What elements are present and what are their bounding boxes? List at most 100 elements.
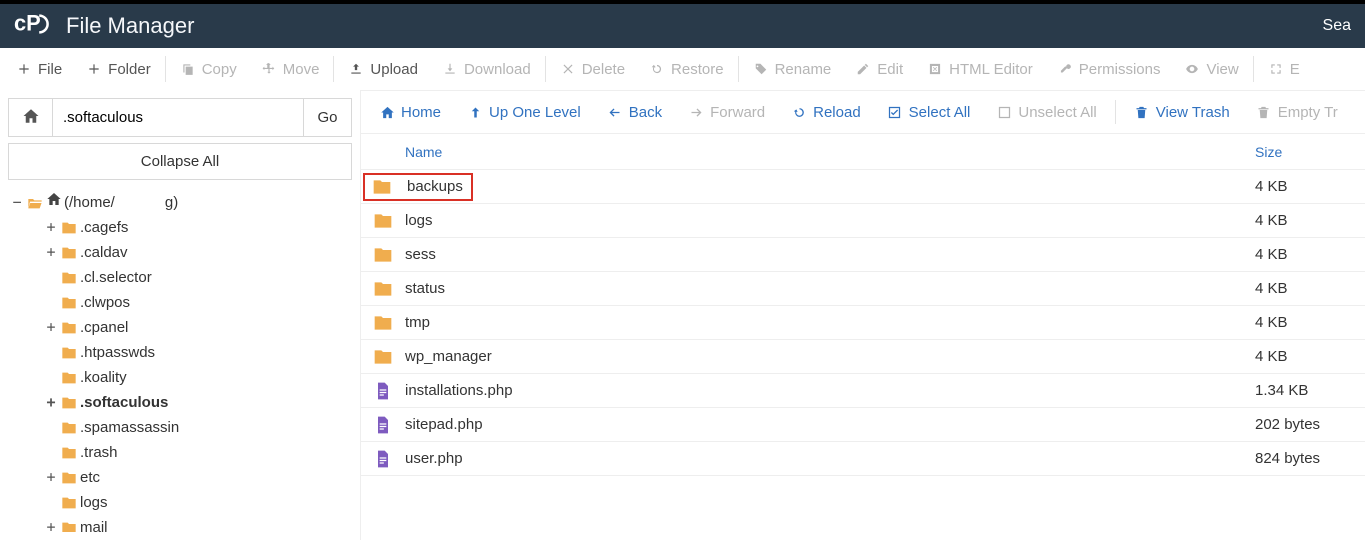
table-row[interactable]: installations.php1.34 KB xyxy=(361,374,1365,408)
highlighted-item: backups xyxy=(363,173,473,201)
plus-toggle-icon[interactable]: + xyxy=(44,465,58,490)
table-row[interactable]: sess4 KB xyxy=(361,238,1365,272)
search-label[interactable]: Sea xyxy=(1323,17,1351,35)
checkbox-icon xyxy=(887,105,903,120)
folder-open-icon xyxy=(26,195,44,211)
tree-item[interactable]: .clwpos xyxy=(10,290,352,315)
new-folder-button[interactable]: Folder xyxy=(74,48,163,90)
tree-item-label: .koality xyxy=(80,365,127,390)
tree-item[interactable]: +.caldav xyxy=(10,240,352,265)
rename-button[interactable]: Rename xyxy=(741,48,844,90)
trash-icon xyxy=(1134,105,1150,120)
tree-item[interactable]: + .cpanel xyxy=(10,315,352,340)
file-size: 202 bytes xyxy=(1255,416,1365,433)
home-icon xyxy=(46,190,62,215)
tree-item[interactable]: .koality xyxy=(10,365,352,390)
folder-icon xyxy=(60,520,78,532)
tree-item-label: .trash xyxy=(80,440,118,465)
folder-icon xyxy=(60,470,78,486)
move-button[interactable]: Move xyxy=(249,48,332,90)
tree-item[interactable]: + etc xyxy=(10,465,352,490)
tree-item-label: etc xyxy=(80,465,100,490)
select-all-button[interactable]: Select All xyxy=(875,92,983,132)
view-trash-button[interactable]: View Trash xyxy=(1122,92,1242,132)
file-name: wp_manager xyxy=(405,348,1255,365)
extract-button[interactable]: E xyxy=(1256,48,1312,90)
tree-item[interactable]: +.softaculous xyxy=(10,390,352,415)
file-name: sitepad.php xyxy=(405,416,1255,433)
copy-icon xyxy=(180,62,196,76)
file-icon xyxy=(361,381,405,401)
table-header: Name Size xyxy=(361,134,1365,170)
tree-item[interactable]: .spamassassin xyxy=(10,415,352,440)
folder-icon xyxy=(60,370,78,386)
table-row[interactable]: backups4 KB xyxy=(361,170,1365,204)
tree-item-label: .clwpos xyxy=(80,290,130,315)
plus-toggle-icon[interactable]: + xyxy=(44,240,58,265)
tree-item[interactable]: + mail xyxy=(10,515,352,532)
plus-toggle-icon[interactable]: + xyxy=(44,515,58,532)
plus-toggle-icon[interactable]: + xyxy=(44,215,58,240)
path-input[interactable] xyxy=(53,99,303,136)
empty-trash-button[interactable]: Empty Tr xyxy=(1244,92,1350,132)
tag-icon xyxy=(753,62,769,76)
trash-icon xyxy=(1256,105,1272,120)
forward-button[interactable]: Forward xyxy=(676,92,777,132)
box-icon xyxy=(996,105,1012,120)
reload-icon xyxy=(791,105,807,120)
upload-icon xyxy=(348,62,364,76)
back-button[interactable]: Back xyxy=(595,92,674,132)
tree-item-label: mail xyxy=(80,515,108,532)
table-row[interactable]: wp_manager4 KB xyxy=(361,340,1365,374)
tree-item[interactable]: .trash xyxy=(10,440,352,465)
html-editor-button[interactable]: HTML Editor xyxy=(915,48,1045,90)
reload-button[interactable]: Reload xyxy=(779,92,873,132)
tree-root[interactable]: − (/home/ g) xyxy=(10,190,352,215)
file-listing: Home Up One Level Back Forward Reload Se… xyxy=(360,90,1365,540)
download-button[interactable]: Download xyxy=(430,48,543,90)
tree-item-label: .cl.selector xyxy=(80,265,152,290)
minus-toggle-icon[interactable]: − xyxy=(10,190,24,215)
table-row[interactable]: status4 KB xyxy=(361,272,1365,306)
table-row[interactable]: sitepad.php202 bytes xyxy=(361,408,1365,442)
column-name[interactable]: Name xyxy=(405,144,1255,160)
listing-actionbar: Home Up One Level Back Forward Reload Se… xyxy=(361,90,1365,134)
folder-icon xyxy=(60,445,78,461)
file-size: 824 bytes xyxy=(1255,450,1365,467)
permissions-button[interactable]: Permissions xyxy=(1045,48,1173,90)
restore-button[interactable]: Restore xyxy=(637,48,736,90)
file-name: user.php xyxy=(405,450,1255,467)
table-row[interactable]: logs4 KB xyxy=(361,204,1365,238)
table-row[interactable]: tmp4 KB xyxy=(361,306,1365,340)
home-button[interactable]: Home xyxy=(367,92,453,132)
file-name: logs xyxy=(405,212,1255,229)
path-home-button[interactable] xyxy=(9,99,53,136)
app-header: cP File Manager Sea xyxy=(0,0,1365,48)
folder-icon xyxy=(60,245,78,261)
edit-button[interactable]: Edit xyxy=(843,48,915,90)
tree-item[interactable]: .cl.selector xyxy=(10,265,352,290)
table-row[interactable]: user.php824 bytes xyxy=(361,442,1365,476)
collapse-all-button[interactable]: Collapse All xyxy=(8,143,352,180)
column-size[interactable]: Size xyxy=(1255,144,1365,160)
unselect-all-button[interactable]: Unselect All xyxy=(984,92,1108,132)
tree-item[interactable]: logs xyxy=(10,490,352,515)
upload-button[interactable]: Upload xyxy=(336,48,430,90)
tree-item-label: .cpanel xyxy=(80,315,128,340)
up-one-level-button[interactable]: Up One Level xyxy=(455,92,593,132)
new-file-button[interactable]: File xyxy=(4,48,74,90)
file-size: 4 KB xyxy=(1255,348,1365,365)
tree-item[interactable]: +.cagefs xyxy=(10,215,352,240)
delete-button[interactable]: Delete xyxy=(548,48,637,90)
folder-icon xyxy=(60,220,78,236)
tree-item[interactable]: .htpasswds xyxy=(10,340,352,365)
folder-icon xyxy=(60,345,78,361)
file-size: 4 KB xyxy=(1255,280,1365,297)
plus-toggle-icon[interactable]: + xyxy=(44,315,58,340)
view-button[interactable]: View xyxy=(1172,48,1250,90)
plus-toggle-icon[interactable]: + xyxy=(44,390,58,415)
file-table: Name Size backups4 KBlogs4 KBsess4 KBsta… xyxy=(361,134,1365,540)
arrow-up-icon xyxy=(467,105,483,120)
copy-button[interactable]: Copy xyxy=(168,48,249,90)
go-button[interactable]: Go xyxy=(303,99,351,136)
